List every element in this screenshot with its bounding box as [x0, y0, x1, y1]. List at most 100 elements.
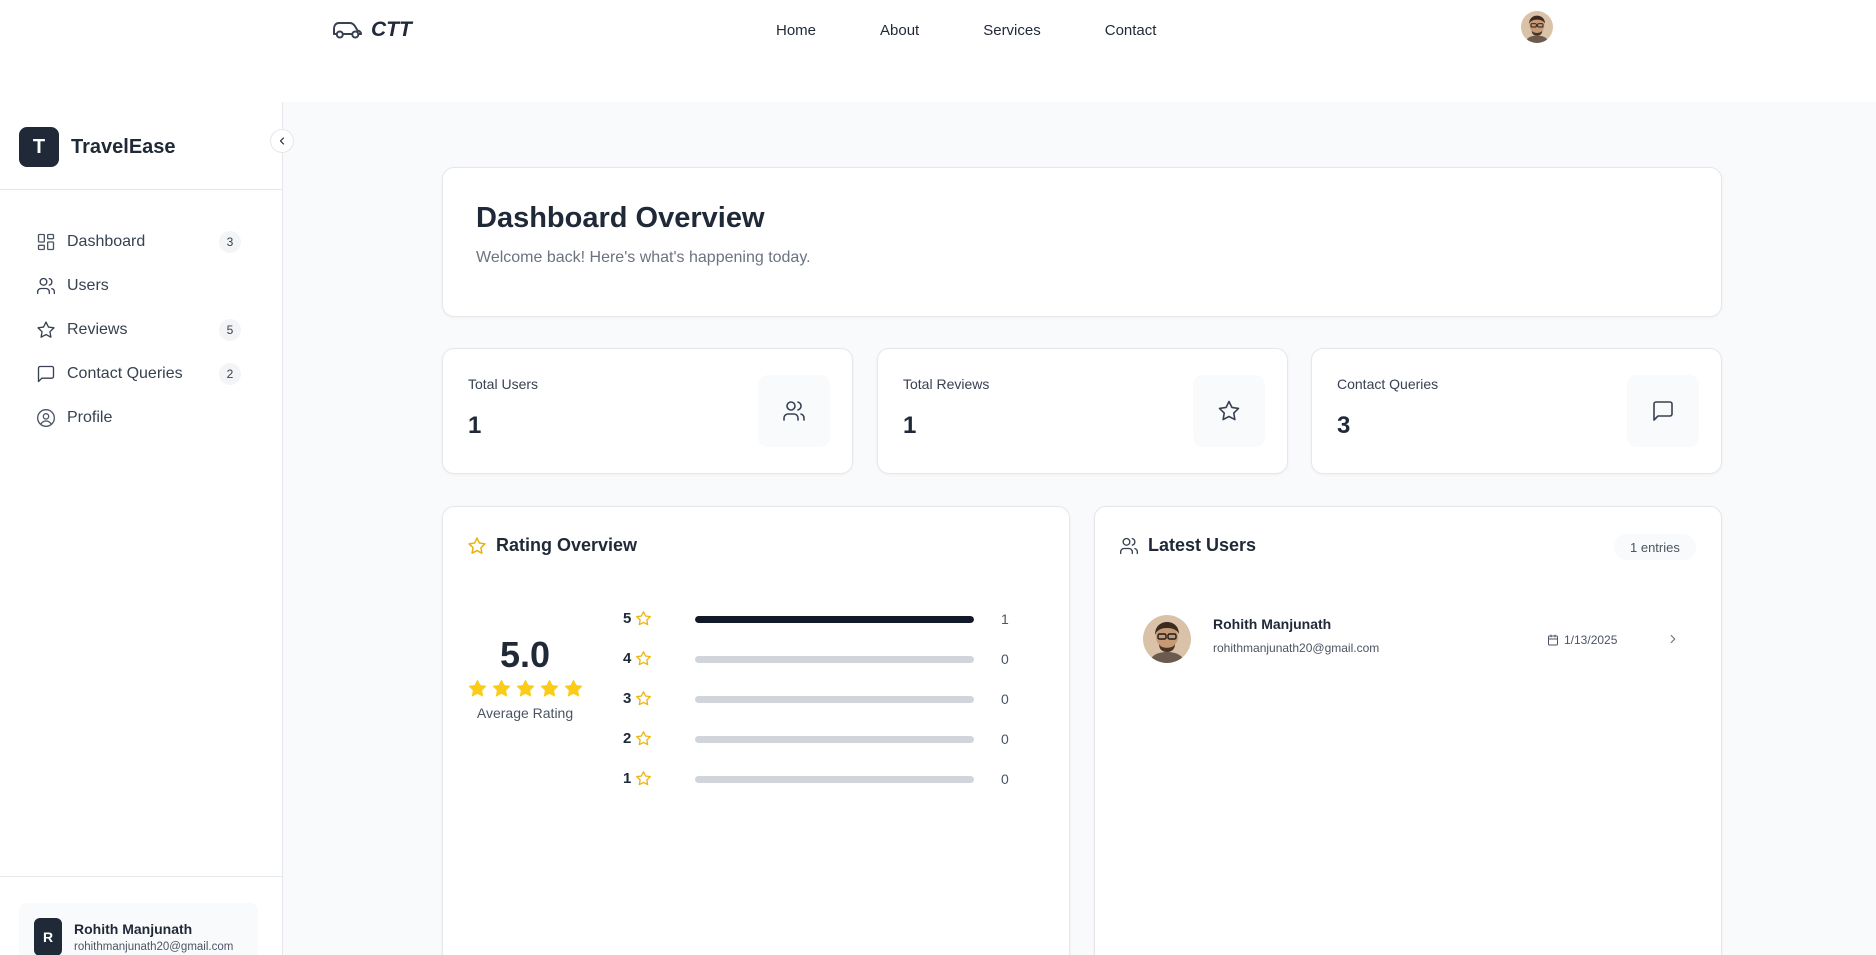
nav-link-contact[interactable]: Contact [1105, 22, 1157, 39]
star-filled-icon [515, 678, 536, 699]
rating-bar-track [695, 776, 974, 783]
sidebar-item-label: Dashboard [67, 233, 146, 250]
rating-bar-track [695, 616, 974, 623]
user-initial-avatar: R [34, 918, 62, 955]
rating-row-4: 4 0 [623, 641, 1043, 681]
users-icon [782, 399, 806, 423]
user-list-item[interactable]: Rohith Manjunath rohithmanjunath20@gmail… [1123, 615, 1693, 675]
sidebar-item-label: Users [67, 277, 109, 294]
rating-level: 2 [623, 730, 632, 747]
star-filled-icon [563, 678, 584, 699]
rating-bar-track [695, 736, 974, 743]
user-email: rohithmanjunath20@gmail.com [1213, 641, 1380, 655]
star-icon [635, 690, 652, 707]
star-icon [635, 610, 652, 627]
star-icon [635, 650, 652, 667]
stat-card-total-users: Total Users 1 [442, 348, 853, 474]
nav-link-about[interactable]: About [880, 22, 919, 39]
sidebar-item-label: Contact Queries [67, 365, 183, 382]
stat-card-total-reviews: Total Reviews 1 [877, 348, 1288, 474]
sidebar-item-contact-queries[interactable]: Contact Queries 2 [0, 352, 282, 396]
star-filled-icon [539, 678, 560, 699]
users-icon [1119, 536, 1139, 556]
rating-count: 1 [1001, 611, 1009, 627]
avatar-photo-icon [1521, 11, 1553, 43]
average-rating: 5.0 Average Rating [463, 635, 587, 721]
panel-title: Latest Users [1148, 535, 1257, 555]
user-join-date: 1/13/2025 [1547, 633, 1617, 647]
user-circle-icon [36, 408, 56, 428]
dashboard-header-card: Dashboard Overview Welcome back! Here's … [442, 167, 1722, 317]
stat-icon-box [758, 375, 830, 447]
rating-count: 0 [1001, 731, 1009, 747]
rating-level: 4 [623, 650, 632, 667]
sidebar-item-profile[interactable]: Profile [0, 396, 282, 440]
star-icon [635, 730, 652, 747]
sidebar-title: TravelEase [71, 136, 176, 158]
users-icon [36, 276, 56, 296]
sidebar-count-badge: 2 [219, 363, 241, 385]
message-icon [36, 364, 56, 384]
top-navbar: CTT Home About Services Contact [0, 0, 1876, 62]
stat-value: 3 [1337, 412, 1351, 439]
main-nav: Home About Services Contact [776, 22, 1220, 39]
stat-icon-box [1627, 375, 1699, 447]
sidebar-collapse-button[interactable] [270, 129, 294, 153]
user-avatar[interactable] [1521, 11, 1553, 43]
car-icon [333, 22, 362, 39]
rating-row-1: 1 0 [623, 761, 1043, 801]
sidebar-item-dashboard[interactable]: Dashboard 3 [0, 220, 282, 264]
rating-bar-track [695, 696, 974, 703]
user-name: Rohith Manjunath [74, 921, 193, 937]
chevron-right-icon[interactable] [1666, 632, 1680, 646]
rating-bar-track [695, 656, 974, 663]
avatar-photo-icon [1143, 615, 1191, 663]
panel-title: Rating Overview [496, 535, 638, 555]
stat-value: 1 [903, 412, 917, 439]
stat-value: 1 [468, 412, 482, 439]
user-join-date-text: 1/13/2025 [1564, 633, 1618, 647]
average-rating-value: 5.0 [499, 634, 551, 675]
main-content: Dashboard Overview Welcome back! Here's … [283, 102, 1876, 955]
rating-level: 5 [623, 610, 632, 627]
stat-label: Contact Queries [1337, 376, 1439, 392]
stat-icon-box [1193, 375, 1265, 447]
page-title: Dashboard Overview [476, 202, 765, 234]
calendar-icon [1547, 634, 1559, 646]
star-filled-icon [491, 678, 512, 699]
rating-count: 0 [1001, 771, 1009, 787]
sidebar-user-card[interactable]: R Rohith Manjunath rohithmanjunath20@gma… [19, 903, 258, 955]
rating-count: 0 [1001, 651, 1009, 667]
user-avatar [1143, 615, 1191, 663]
sidebar-logo: T [19, 127, 59, 167]
user-email: rohithmanjunath20@gmail.com [74, 941, 234, 953]
sidebar-item-label: Reviews [67, 321, 128, 338]
sidebar-item-label: Profile [67, 409, 113, 426]
nav-link-services[interactable]: Services [983, 22, 1041, 39]
rating-row-3: 3 0 [623, 681, 1043, 721]
brand-logo[interactable]: CTT [331, 18, 412, 42]
sidebar: T TravelEase Dashboard 3 Users Reviews 5… [0, 102, 294, 955]
grid-icon [36, 232, 56, 252]
rating-level: 1 [623, 770, 632, 787]
sidebar-header: T TravelEase [0, 102, 282, 190]
star-icon [635, 770, 652, 787]
page-subtitle: Welcome back! Here's what's happening to… [476, 249, 811, 266]
rating-breakdown: 5 1 4 0 3 0 2 0 1 0 [623, 601, 1043, 801]
panel-header: Latest Users [1119, 535, 1256, 556]
sidebar-footer: R Rohith Manjunath rohithmanjunath20@gma… [0, 876, 282, 955]
star-icon [36, 320, 56, 340]
star-icon [467, 536, 487, 556]
nav-link-home[interactable]: Home [776, 22, 816, 39]
stat-label: Total Users [468, 376, 539, 392]
rating-row-5: 5 1 [623, 601, 1043, 641]
entries-count-badge: 1 entries [1614, 534, 1696, 560]
average-rating-label: Average Rating [476, 705, 574, 721]
sidebar-item-reviews[interactable]: Reviews 5 [0, 308, 282, 352]
stat-label: Total Reviews [903, 376, 990, 392]
rating-level: 3 [623, 690, 632, 707]
sidebar-item-users[interactable]: Users [0, 264, 282, 308]
latest-users-panel: Latest Users 1 entries Rohith Manjunath … [1094, 506, 1722, 955]
panel-header: Rating Overview [467, 535, 637, 556]
rating-row-2: 2 0 [623, 721, 1043, 761]
